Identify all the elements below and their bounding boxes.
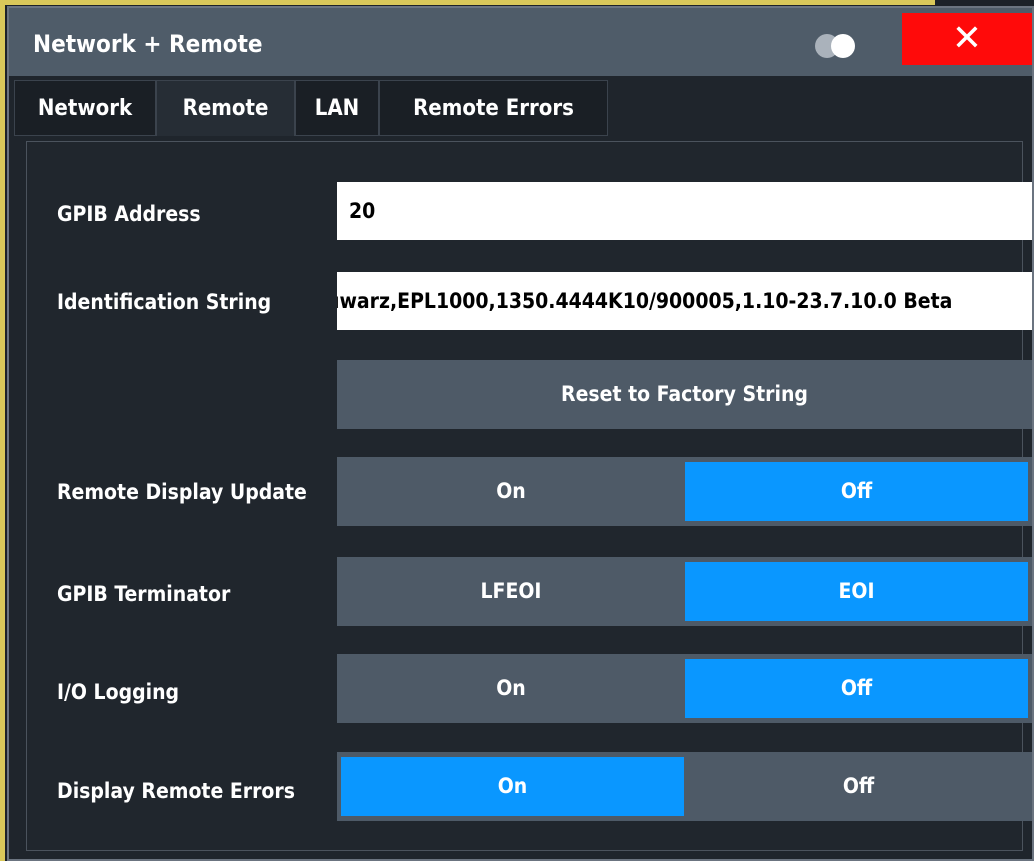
io-logging-toggle: On Off bbox=[337, 654, 1032, 723]
display-remote-errors-on[interactable]: On bbox=[341, 757, 684, 816]
gpib-address-input[interactable]: 20 bbox=[337, 182, 1032, 240]
dialog-title: Network + Remote bbox=[33, 30, 263, 58]
gpib-address-label: GPIB Address bbox=[57, 202, 201, 226]
transparency-toggle-icon[interactable] bbox=[815, 34, 859, 58]
tab-network[interactable]: Network bbox=[14, 80, 156, 136]
tab-remote[interactable]: Remote bbox=[156, 80, 295, 136]
window-left-border bbox=[0, 0, 5, 861]
remote-display-update-toggle: On Off bbox=[337, 457, 1032, 526]
remote-display-update-on[interactable]: On bbox=[337, 457, 685, 526]
remote-settings-panel: GPIB Address 20 Identification String ıw… bbox=[26, 141, 1032, 851]
io-logging-off[interactable]: Off bbox=[685, 659, 1028, 718]
io-logging-on[interactable]: On bbox=[337, 654, 685, 723]
display-remote-errors-off[interactable]: Off bbox=[685, 752, 1032, 821]
reset-factory-string-button[interactable]: Reset to Factory String bbox=[337, 360, 1032, 429]
remote-display-update-off[interactable]: Off bbox=[685, 462, 1028, 521]
gpib-terminator-label: GPIB Terminator bbox=[57, 582, 231, 606]
gpib-terminator-lfeoi[interactable]: LFEOI bbox=[337, 557, 685, 626]
title-bar[interactable]: Network + Remote ✕ bbox=[9, 8, 1032, 76]
remote-display-update-label: Remote Display Update bbox=[57, 480, 307, 504]
gpib-terminator-eoi[interactable]: EOI bbox=[685, 562, 1028, 621]
display-remote-errors-label: Display Remote Errors bbox=[57, 779, 295, 803]
io-logging-label: I/O Logging bbox=[57, 680, 180, 704]
identification-string-label: Identification String bbox=[57, 290, 272, 314]
close-button[interactable]: ✕ bbox=[902, 13, 1032, 65]
window-top-border bbox=[0, 0, 935, 5]
tab-remote-errors[interactable]: Remote Errors bbox=[379, 80, 608, 136]
gpib-terminator-toggle: LFEOI EOI bbox=[337, 557, 1032, 626]
network-remote-dialog: Network + Remote ✕ Network Remote LAN Re… bbox=[7, 6, 1034, 861]
tab-lan[interactable]: LAN bbox=[295, 80, 379, 136]
identification-string-input[interactable]: ıwarz,EPL1000,1350.4444K10/900005,1.10-2… bbox=[337, 272, 1032, 330]
display-remote-errors-toggle: On Off bbox=[337, 752, 1032, 821]
identification-string-value: ıwarz,EPL1000,1350.4444K10/900005,1.10-2… bbox=[337, 289, 953, 313]
